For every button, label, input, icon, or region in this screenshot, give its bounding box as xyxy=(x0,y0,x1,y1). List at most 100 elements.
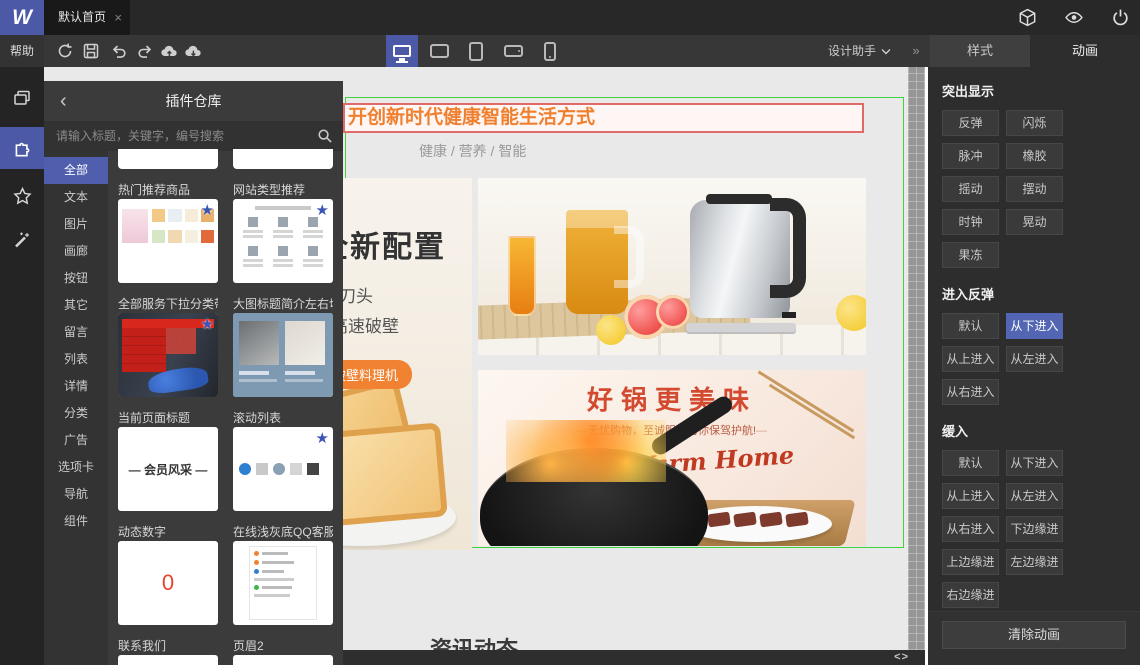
canvas-heading[interactable]: 开创新时代健康智能生活方式 xyxy=(343,103,864,133)
preview-eye-icon[interactable] xyxy=(1064,8,1084,27)
design-assistant-dropdown[interactable]: 设计助手 xyxy=(828,35,891,67)
animation-effect-button[interactable]: 从上进入 xyxy=(942,346,999,372)
category-item[interactable]: 留言 xyxy=(44,319,108,346)
device-tablet-portrait-button[interactable] xyxy=(460,35,492,67)
category-item[interactable]: 分类 xyxy=(44,400,108,427)
cloud-download-icon[interactable] xyxy=(184,42,202,60)
category-item[interactable]: 按钮 xyxy=(44,265,108,292)
category-item[interactable]: 画廊 xyxy=(44,238,108,265)
category-item[interactable]: 图片 xyxy=(44,211,108,238)
category-item[interactable]: 文本 xyxy=(44,184,108,211)
animation-effect-button[interactable]: 从左进入 xyxy=(1006,346,1063,372)
kettle-banner-image[interactable] xyxy=(478,178,866,355)
animation-effect-button[interactable]: 果冻 xyxy=(942,242,999,268)
category-item[interactable]: 列表 xyxy=(44,346,108,373)
device-tablet-landscape-button[interactable] xyxy=(423,35,455,67)
clear-animation-button[interactable]: 清除动画 xyxy=(942,621,1126,649)
sidebar-item-magic-wand[interactable] xyxy=(0,219,44,261)
plugin-card[interactable]: 在线浅灰底QQ客服 xyxy=(233,523,333,625)
tab-style[interactable]: 样式 xyxy=(930,35,1030,67)
plugin-thumbnail[interactable] xyxy=(233,655,333,665)
category-item[interactable]: 导航 xyxy=(44,481,108,508)
plugin-thumbnail[interactable]: — 会员风采 — xyxy=(118,427,218,511)
animation-effect-button[interactable]: 晃动 xyxy=(1006,209,1063,235)
animation-effect-button[interactable]: 右边缘进 xyxy=(942,582,999,608)
save-icon[interactable] xyxy=(82,42,100,60)
refresh-icon[interactable] xyxy=(56,42,74,60)
plugin-thumbnail[interactable]: ★ xyxy=(233,199,333,283)
plugin-thumbnail[interactable] xyxy=(118,655,218,665)
more-chevron[interactable]: » xyxy=(905,35,927,67)
animation-effect-button[interactable]: 从右进入 xyxy=(942,516,999,542)
category-item[interactable]: 组件 xyxy=(44,508,108,535)
plugin-card[interactable]: 全部服务下拉分类带... ★ xyxy=(118,295,218,397)
plugin-card[interactable]: 动态数字 0 xyxy=(118,523,218,625)
animation-effect-button[interactable]: 下边缘进 xyxy=(1006,516,1063,542)
plugin-card[interactable]: 联系我们 xyxy=(118,637,218,665)
animation-effect-button[interactable]: 时钟 xyxy=(942,209,999,235)
animation-effect-button[interactable]: 上边缘进 xyxy=(942,549,999,575)
animation-effect-button[interactable]: 从右进入 xyxy=(942,379,999,405)
plugin-card[interactable]: 滚动列表 ★ xyxy=(233,409,333,511)
plugin-thumbnail[interactable]: ★ xyxy=(118,313,218,397)
canvas-scrollbar[interactable] xyxy=(908,67,925,650)
animation-effect-button[interactable]: 脉冲 xyxy=(942,143,999,169)
animation-effect-button[interactable]: 橡胶 xyxy=(1006,143,1063,169)
animation-effect-button[interactable]: 从上进入 xyxy=(942,483,999,509)
sidebar-item-favorites[interactable] xyxy=(0,175,44,217)
animation-effect-button[interactable]: 反弹 xyxy=(942,110,999,136)
sidebar-item-pages[interactable] xyxy=(0,77,44,119)
animation-effect-button[interactable]: 从下进入 xyxy=(1006,450,1063,476)
page-tab[interactable]: 默认首页 × xyxy=(44,0,130,35)
undo-icon[interactable] xyxy=(110,42,128,60)
plugin-card[interactable]: 页眉2 xyxy=(233,637,333,665)
animation-effect-button[interactable]: 从下进入 xyxy=(1006,313,1063,339)
plugin-thumbnail[interactable]: ★ xyxy=(118,199,218,283)
plugin-thumbnail[interactable] xyxy=(233,541,333,625)
animation-effect-button[interactable]: 闪烁 xyxy=(1006,110,1063,136)
help-button[interactable]: 帮助 xyxy=(0,35,44,67)
components-cube-icon[interactable] xyxy=(1018,8,1037,27)
plugin-card[interactable]: 大图标题简介左右切... xyxy=(233,295,333,397)
plugin-thumb-partial[interactable] xyxy=(233,149,333,169)
plugin-thumb-partial[interactable] xyxy=(118,149,218,169)
plugin-thumbnail[interactable]: ★ xyxy=(233,427,333,511)
device-phone-portrait-button[interactable] xyxy=(534,35,566,67)
plugin-thumbnail[interactable] xyxy=(233,313,333,397)
tab-animation[interactable]: 动画 xyxy=(1030,35,1140,67)
category-item[interactable]: 广告 xyxy=(44,427,108,454)
animation-effect-button[interactable]: 摇动 xyxy=(942,176,999,202)
plugin-thumbnail[interactable]: 0 xyxy=(118,541,218,625)
code-view-icon[interactable]: <> xyxy=(894,651,909,663)
animation-effect-button[interactable]: 默认 xyxy=(942,313,999,339)
animation-section-title: 突出显示 xyxy=(942,84,995,99)
plugin-card[interactable]: 网站类型推荐 ★ xyxy=(233,181,333,283)
animation-effect-button[interactable]: 摆动 xyxy=(1006,176,1063,202)
search-icon[interactable] xyxy=(317,128,333,149)
app-logo[interactable]: W xyxy=(0,0,44,35)
category-item[interactable]: 详情 xyxy=(44,373,108,400)
animation-effect-button[interactable]: 从左进入 xyxy=(1006,483,1063,509)
cloud-upload-icon[interactable] xyxy=(160,42,178,60)
plugin-card[interactable]: 当前页面标题 — 会员风采 — xyxy=(118,409,218,511)
category-item[interactable]: 其它 xyxy=(44,292,108,319)
back-chevron-icon[interactable]: ‹ xyxy=(60,81,67,121)
redo-icon[interactable] xyxy=(136,42,154,60)
category-item[interactable]: 全部 xyxy=(44,157,108,184)
animation-effect-button[interactable]: 默认 xyxy=(942,450,999,476)
animation-effect-button[interactable]: 左边缘进 xyxy=(1006,549,1063,575)
device-desktop-button[interactable] xyxy=(386,35,418,67)
sidebar-item-plugins[interactable] xyxy=(0,127,44,169)
news-section-heading[interactable]: 资讯动态 xyxy=(430,632,518,650)
tab-close-icon[interactable]: × xyxy=(114,0,122,35)
star-icon xyxy=(12,186,32,204)
wok-banner-image[interactable]: 好锅更美味 无忧购物，至诚服务为你保驾护航! Warm Home xyxy=(478,370,866,546)
plugin-search-input[interactable] xyxy=(44,121,343,151)
power-icon[interactable] xyxy=(1111,8,1130,27)
device-phone-landscape-button[interactable] xyxy=(497,35,529,67)
grapefruit-art xyxy=(656,295,690,329)
category-item[interactable]: 选项卡 xyxy=(44,454,108,481)
animation-panel: 突出显示 反弹 闪烁 脉冲 橡胶 摇动 摆动 时钟 晃动 果冻 进入反弹 默认 从下进入 从上进入 从左进入… xyxy=(925,67,1140,665)
plugin-card[interactable]: 热门推荐商品 ★ xyxy=(118,181,218,283)
canvas-subheading[interactable]: 健康 / 营养 / 智能 xyxy=(419,141,526,161)
